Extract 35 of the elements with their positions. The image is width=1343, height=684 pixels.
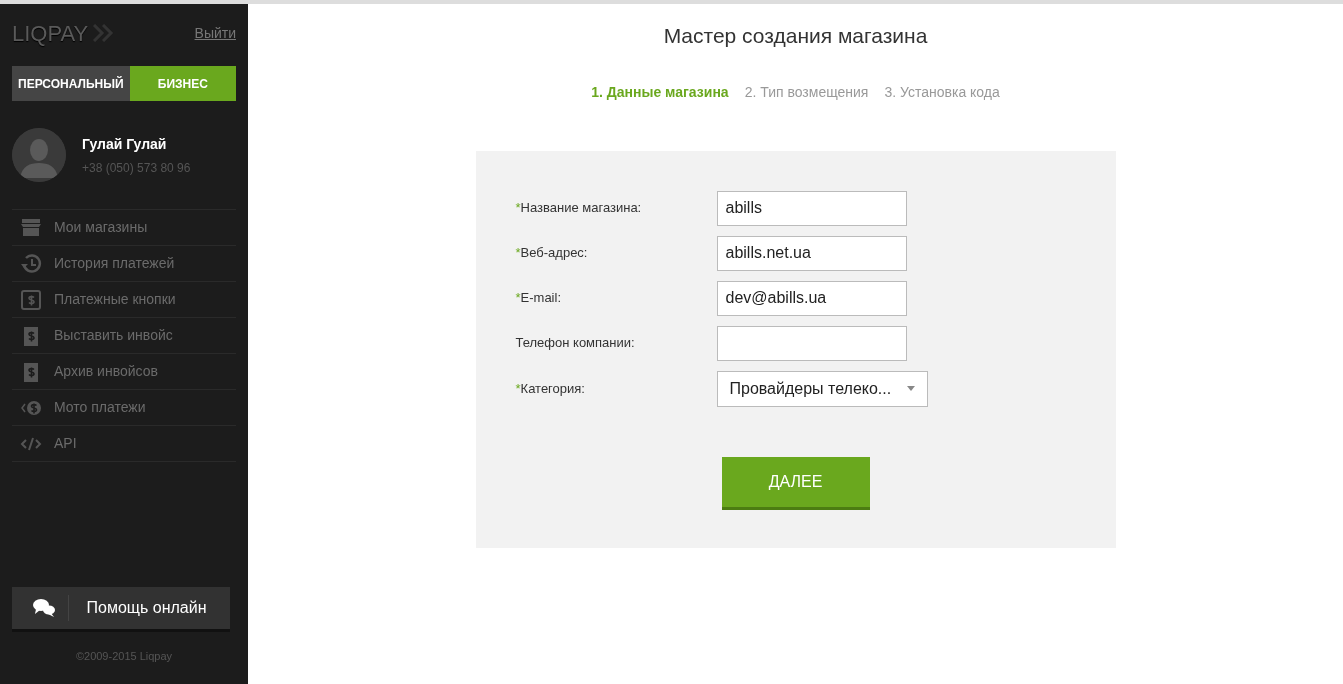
history-icon — [20, 252, 42, 275]
user-phone: +38 (050) 573 80 96 — [82, 159, 191, 177]
wizard-step[interactable]: 1. Данные магазина — [591, 81, 729, 103]
dollar-square-icon — [20, 288, 42, 311]
text-field[interactable]: abills — [716, 190, 907, 226]
user-name: Гулай Гулай — [82, 134, 168, 154]
next-button[interactable]: ДАЛЕЕ — [721, 456, 870, 510]
chat-bubbles-icon — [32, 597, 56, 618]
menu-item[interactable]: API — [12, 426, 236, 462]
field-label: *E-mail: — [515, 289, 562, 308]
account-tab[interactable]: ПЕРСОНАЛЬНЫЙ — [12, 66, 130, 101]
dropdown-caret-icon — [906, 386, 915, 391]
field-label: Телефон компании: — [515, 334, 636, 353]
menu-item[interactable]: Мои магазины — [12, 210, 236, 246]
text-field[interactable]: dev@abills.ua — [716, 280, 907, 316]
category-dropdown[interactable]: Провайдеры телеко... — [716, 370, 928, 407]
menu-item[interactable]: История платежей — [12, 246, 236, 282]
page-title: Мастер создания магазина — [663, 23, 928, 49]
field-label: *Название магазина: — [515, 199, 643, 218]
logout-link[interactable]: Выйти — [194, 22, 236, 44]
menu-item[interactable]: Платежные кнопки — [12, 282, 236, 318]
store-icon — [20, 216, 42, 239]
text-field[interactable]: abills.net.ua — [716, 235, 907, 271]
account-tab[interactable]: БИЗНЕС — [129, 66, 236, 101]
wizard-step[interactable]: 3. Установка кода — [884, 81, 1000, 103]
menu-item[interactable]: Мото платежи — [12, 390, 236, 426]
field-label: *Категория: — [515, 379, 586, 398]
logo: LIQPAY — [12, 19, 89, 48]
field-label: *Веб-адрес: — [515, 244, 589, 263]
menu-item[interactable]: Выставить инвойс — [12, 318, 236, 354]
text-field[interactable] — [716, 325, 907, 361]
chevrons-icon — [92, 24, 115, 42]
wizard-step[interactable]: 2. Тип возмещения — [744, 81, 869, 103]
help-online-button[interactable]: Помощь онлайн — [12, 586, 230, 632]
menu-item[interactable]: Архив инвойсов — [12, 354, 236, 390]
